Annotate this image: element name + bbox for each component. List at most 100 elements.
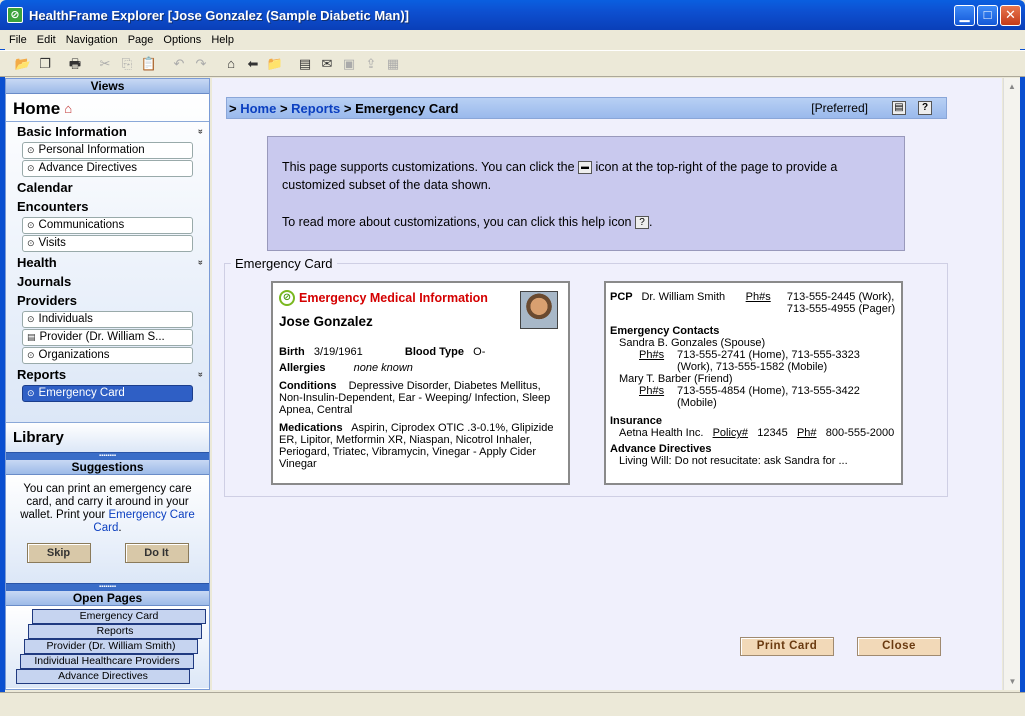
document-icon: ▤ bbox=[27, 332, 36, 342]
section-label: Reports bbox=[17, 367, 67, 382]
emergency-card-group: Emergency Card ⊘ Emergency Medical Infor… bbox=[224, 256, 948, 497]
emergency-care-card-link[interactable]: Emergency Care Card bbox=[93, 509, 194, 534]
home-link[interactable]: Home ⌂ bbox=[6, 96, 209, 122]
open-page-tab[interactable]: Individual Healthcare Providers bbox=[20, 654, 194, 669]
section-reports[interactable]: Reports » bbox=[6, 365, 209, 384]
sidebar-item-advance-directives[interactable]: ⊙ Advance Directives bbox=[22, 160, 193, 177]
bullet-icon: ⊙ bbox=[27, 388, 35, 398]
sidebar-item-emergency-card[interactable]: ⊙ Emergency Card bbox=[22, 385, 193, 402]
open-page-tab[interactable]: Advance Directives bbox=[16, 669, 190, 684]
item-label: Personal Information bbox=[38, 144, 145, 156]
blood-type-label: Blood Type bbox=[404, 346, 464, 358]
section-calendar[interactable]: Calendar bbox=[6, 178, 209, 197]
cut-icon[interactable]: ✂ bbox=[94, 54, 116, 74]
sidebar-item-visits[interactable]: ⊙ Visits bbox=[22, 235, 193, 252]
breadcrumb-home-link[interactable]: Home bbox=[240, 101, 276, 116]
menu-bar: File Edit Navigation Page Options Help bbox=[0, 30, 1025, 49]
item-label: Advance Directives bbox=[38, 162, 137, 174]
section-journals[interactable]: Journals bbox=[6, 272, 209, 291]
resize-grip[interactable]: ▪▪▪▪▪▪▪▪ bbox=[6, 583, 209, 591]
suggestion-end: . bbox=[118, 522, 122, 534]
item-label: Communications bbox=[38, 219, 125, 231]
pcp-label: PCP bbox=[610, 291, 633, 303]
sidebar-item-personal-information[interactable]: ⊙ Personal Information bbox=[22, 142, 193, 159]
chevron-down-icon[interactable]: » bbox=[192, 372, 209, 377]
contact2-phs-label: Ph#s bbox=[639, 385, 665, 397]
chevron-down-icon[interactable]: » bbox=[192, 260, 209, 265]
resize-grip[interactable]: ▪▪▪▪▪▪▪▪ bbox=[6, 452, 209, 460]
export-icon[interactable]: ⇪ bbox=[360, 54, 382, 74]
back-arrow-icon[interactable]: ⬅ bbox=[242, 54, 264, 74]
copy-icon[interactable]: ⎘ bbox=[116, 54, 138, 74]
section-basic-information[interactable]: Basic Information » bbox=[6, 122, 209, 141]
redo-icon[interactable]: ↷ bbox=[190, 54, 212, 74]
toolbar: 📂 ❐ 🖶 ✂ ⎘ 📋 ↶ ↷ ⌂ ⬅ 📁 ▤ ✉ ▣ ⇪ ▦ bbox=[0, 50, 1025, 77]
bullet-icon: ⊙ bbox=[27, 238, 35, 248]
section-health[interactable]: Health » bbox=[6, 253, 209, 272]
chevron-down-icon[interactable]: » bbox=[192, 129, 209, 134]
close-button[interactable]: Close bbox=[857, 637, 941, 656]
paste-icon[interactable]: 📋 bbox=[138, 54, 160, 74]
contact2-phones: 713-555-4854 (Home), 713-555-3422 (Mobil… bbox=[677, 385, 860, 409]
print-card-button[interactable]: Print Card bbox=[740, 637, 834, 656]
suggestions-panel: You can print an emergency care card, an… bbox=[6, 475, 209, 583]
maximize-button[interactable]: □ bbox=[977, 5, 998, 26]
item-label: Visits bbox=[38, 237, 66, 249]
sidebar-item-communications[interactable]: ⊙ Communications bbox=[22, 217, 193, 234]
title-bar: ⊘ HealthFrame Explorer [Jose Gonzalez (S… bbox=[0, 0, 1025, 30]
menu-edit[interactable]: Edit bbox=[32, 34, 61, 46]
section-label: Providers bbox=[17, 293, 77, 308]
help-icon[interactable]: ? bbox=[634, 216, 649, 230]
vertical-scrollbar[interactable]: ▲ ▼ bbox=[1003, 78, 1020, 690]
close-window-button[interactable]: ✕ bbox=[1000, 5, 1021, 26]
birth-value: 3/19/1961 bbox=[313, 346, 363, 358]
breadcrumb-reports-link[interactable]: Reports bbox=[291, 101, 340, 116]
save-icon[interactable]: ▣ bbox=[338, 54, 360, 74]
item-label: Organizations bbox=[38, 349, 110, 361]
do-it-button[interactable]: Do It bbox=[124, 543, 189, 563]
open-page-tab[interactable]: Reports bbox=[28, 624, 202, 639]
home-icon: ⌂ bbox=[64, 101, 73, 116]
open-page-tab[interactable]: Emergency Card bbox=[32, 609, 206, 624]
library-link[interactable]: Library bbox=[6, 422, 209, 452]
info-text: To read more about customizations, you c… bbox=[282, 215, 632, 229]
scroll-down-icon[interactable]: ▼ bbox=[1004, 673, 1021, 690]
breadcrumb-sep: > bbox=[276, 100, 292, 116]
customize-icon[interactable]: ▤ bbox=[892, 101, 906, 115]
customization-info-box: This page supports customizations. You c… bbox=[267, 136, 905, 251]
open-page-tab[interactable]: Provider (Dr. William Smith) bbox=[24, 639, 198, 654]
copy-pages-icon[interactable]: ❐ bbox=[34, 54, 56, 74]
layout-icon[interactable]: ▦ bbox=[382, 54, 404, 74]
skip-button[interactable]: Skip bbox=[26, 543, 91, 563]
menu-navigation[interactable]: Navigation bbox=[61, 34, 123, 46]
sidebar-item-individuals[interactable]: ⊙ Individuals bbox=[22, 311, 193, 328]
breadcrumb-sep: > bbox=[340, 100, 356, 116]
home-icon[interactable]: ⌂ bbox=[220, 54, 242, 74]
pcp-phs-label: Ph#s bbox=[745, 291, 771, 303]
notes-icon[interactable]: ▤ bbox=[294, 54, 316, 74]
help-icon[interactable]: ? bbox=[918, 101, 932, 115]
conditions-label: Conditions bbox=[279, 380, 337, 392]
minimize-button[interactable]: ▁ bbox=[954, 5, 975, 26]
open-folder-icon[interactable]: 📂 bbox=[12, 54, 34, 74]
folder-icon[interactable]: 📁 bbox=[264, 54, 286, 74]
advance-directives-label: Advance Directives bbox=[610, 443, 712, 455]
emergency-card-front: ⊘ Emergency Medical Information Jose Gon… bbox=[271, 281, 570, 485]
sidebar-item-provider-william[interactable]: ▤ Provider (Dr. William S... bbox=[22, 329, 193, 346]
menu-page[interactable]: Page bbox=[123, 34, 159, 46]
bullet-icon: ⊙ bbox=[27, 145, 35, 155]
contact2-name: Mary T. Barber (Friend) bbox=[619, 373, 733, 385]
menu-help[interactable]: Help bbox=[206, 34, 239, 46]
menu-file[interactable]: File bbox=[4, 34, 32, 46]
app-icon: ⊘ bbox=[7, 7, 23, 23]
undo-icon[interactable]: ↶ bbox=[168, 54, 190, 74]
inbox-icon[interactable]: ✉ bbox=[316, 54, 338, 74]
section-providers[interactable]: Providers bbox=[6, 291, 209, 310]
info-text-end: . bbox=[648, 215, 653, 229]
print-icon[interactable]: 🖶 bbox=[64, 54, 86, 74]
scroll-up-icon[interactable]: ▲ bbox=[1004, 78, 1020, 95]
section-encounters[interactable]: Encounters bbox=[6, 197, 209, 216]
window-border-right bbox=[1020, 30, 1025, 692]
menu-options[interactable]: Options bbox=[158, 34, 206, 46]
sidebar-item-organizations[interactable]: ⊙ Organizations bbox=[22, 347, 193, 364]
